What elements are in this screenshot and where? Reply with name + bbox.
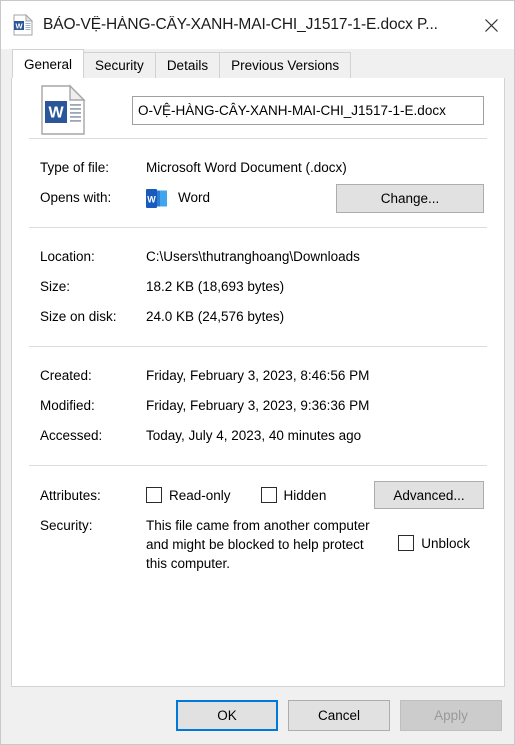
modified-value: Friday, February 3, 2023, 9:36:36 PM [146,398,370,413]
file-properties-dialog: W BẢO-VỆ-HÀNG-CÂY-XANH-MAI-CHI_J1517-1-E… [0,0,515,745]
size-on-disk-row: Size on disk: 24.0 KB (24,576 bytes) [28,302,488,332]
accessed-label: Accessed: [40,428,103,443]
readonly-label: Read-only [169,487,231,503]
tab-strip: General Security Details Previous Versio… [1,49,514,78]
modified-row: Modified: Friday, February 3, 2023, 9:36… [28,391,488,421]
location-label: Location: [40,249,95,264]
modified-label: Modified: [40,398,95,413]
word-document-icon: W [40,84,86,136]
hidden-checkbox[interactable]: Hidden [260,487,327,503]
accessed-row: Accessed: Today, July 4, 2023, 40 minute… [28,421,488,451]
tab-security-label: Security [95,58,144,73]
unblock-label: Unblock [421,535,470,551]
dialog-footer: OK Cancel Apply [1,687,514,744]
file-header: W O-VỆ-HÀNG-CÂY-XANH-MAI-CHI_J1517-1-E.d… [28,78,488,138]
tab-details[interactable]: Details [154,52,221,78]
opens-with-label: Opens with: [40,190,112,205]
type-of-file-value: Microsoft Word Document (.docx) [146,160,347,175]
opens-with-row: Opens with: W Word Change... [28,183,488,213]
word-app-icon: W [146,188,167,209]
checkbox-box [146,487,162,503]
created-row: Created: Friday, February 3, 2023, 8:46:… [28,361,488,391]
title-bar: W BẢO-VỆ-HÀNG-CÂY-XANH-MAI-CHI_J1517-1-E… [1,1,514,49]
opens-with-value: Word [178,190,211,206]
size-value: 18.2 KB (18,693 bytes) [146,279,285,294]
location-row: Location: C:\Users\thutranghoang\Downloa… [28,242,488,272]
checkbox-box [398,535,415,551]
ok-button[interactable]: OK [176,700,278,731]
svg-text:W: W [15,21,23,30]
svg-text:W: W [147,194,156,204]
advanced-button[interactable]: Advanced... [374,481,484,509]
created-value: Friday, February 3, 2023, 8:46:56 PM [146,368,370,383]
attributes-label: Attributes: [40,487,101,503]
tab-security[interactable]: Security [83,52,156,78]
security-label: Security: [40,518,93,533]
location-value: C:\Users\thutranghoang\Downloads [146,249,360,264]
unblock-checkbox[interactable]: Unblock [398,535,470,551]
size-row: Size: 18.2 KB (18,693 bytes) [28,272,488,302]
word-document-icon: W [13,13,34,36]
type-of-file-label: Type of file: [40,160,110,175]
svg-text:W: W [48,105,64,122]
size-on-disk-value: 24.0 KB (24,576 bytes) [146,309,285,324]
tab-previous-versions-label: Previous Versions [231,58,340,73]
attributes-row: Attributes: Read-only Hidden Advanced... [28,480,488,510]
general-tab-panel: W O-VỆ-HÀNG-CÂY-XANH-MAI-CHI_J1517-1-E.d… [11,77,505,687]
file-name-value: O-VỆ-HÀNG-CÂY-XANH-MAI-CHI_J1517-1-E.doc… [138,102,446,118]
size-on-disk-label: Size on disk: [40,309,117,324]
apply-button: Apply [400,700,502,731]
accessed-value: Today, July 4, 2023, 40 minutes ago [146,428,362,443]
checkbox-box [260,487,277,503]
created-label: Created: [40,368,92,383]
readonly-checkbox[interactable]: Read-only [146,487,231,503]
window-title: BẢO-VỆ-HÀNG-CÂY-XANH-MAI-CHI_J1517-1-E.d… [43,16,438,33]
change-button[interactable]: Change... [336,183,484,213]
tab-details-label: Details [166,58,209,73]
tab-general-label: General [24,56,73,72]
tab-general[interactable]: General [12,49,85,78]
cancel-button[interactable]: Cancel [288,700,390,731]
tab-previous-versions[interactable]: Previous Versions [219,52,352,78]
size-label: Size: [40,279,71,294]
type-of-file-row: Type of file: Microsoft Word Document (.… [28,153,488,183]
close-icon[interactable] [468,1,514,49]
hidden-label: Hidden [283,487,327,503]
file-name-input[interactable]: O-VỆ-HÀNG-CÂY-XANH-MAI-CHI_J1517-1-E.doc… [132,95,484,125]
security-row: Security: This file came from another co… [28,516,488,573]
security-message: This file came from another computer and… [146,518,370,571]
